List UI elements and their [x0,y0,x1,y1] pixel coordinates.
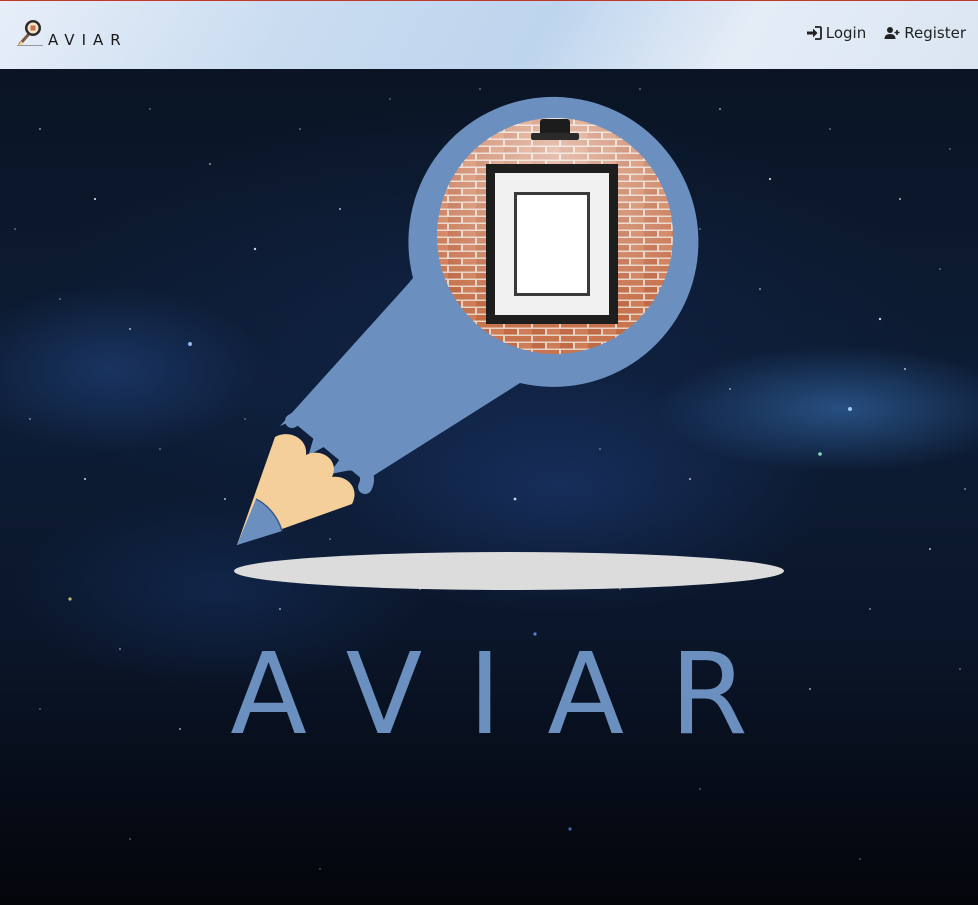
navbar: AVIAR Login Register [0,0,978,69]
user-plus-icon [884,27,900,39]
brand-text: AVIAR [48,31,128,49]
sign-in-icon [806,26,822,40]
spotlight-shadow [234,552,784,590]
hero-title: AVIAR [230,630,794,760]
register-label: Register [904,24,966,42]
brand-link[interactable]: AVIAR [16,17,128,49]
hero-logo [234,96,784,590]
login-label: Login [825,24,867,42]
hero-section: AVIAR [0,69,978,905]
brand-logo-icon [17,20,43,46]
login-link[interactable]: Login [806,24,866,42]
nav-links: Login Register [788,24,966,42]
register-link[interactable]: Register [884,24,966,42]
